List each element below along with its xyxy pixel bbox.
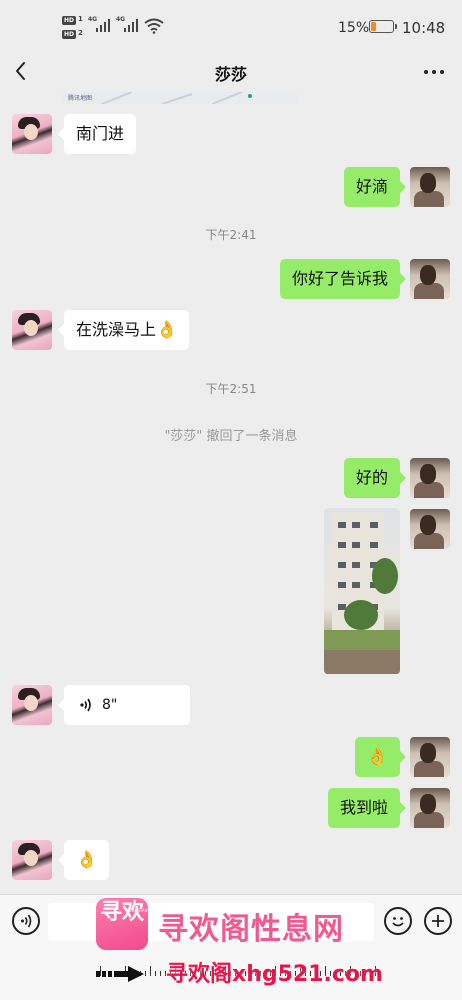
emoji-button[interactable] [384, 907, 412, 935]
hd-icon: HD [62, 16, 76, 25]
ok-hand-emoji: 👌 [366, 747, 388, 767]
watermark-logo: 寻欢 XUN HUAN [96, 898, 148, 950]
battery-level [371, 22, 376, 31]
map-thumbnail [101, 92, 252, 104]
contact-avatar[interactable] [12, 685, 52, 725]
more-functions-button[interactable] [424, 907, 452, 935]
battery-percentage: 15% [338, 20, 370, 36]
voice-icon [21, 914, 32, 928]
image-message[interactable] [324, 508, 400, 674]
message-text: 你好了告诉我 [291, 269, 388, 288]
contact-avatar[interactable] [12, 840, 52, 880]
message-text: 在洗澡马上 [76, 320, 157, 339]
sim-2-indicator: 2 [78, 29, 83, 37]
message-bubble-outgoing[interactable]: 好滴 [343, 167, 407, 207]
watermark-logo-latin: XUN HUAN [126, 908, 148, 913]
sim-1-indicator: 1 [78, 15, 83, 23]
status-bar: HD 1 HD 2 4G 4G 15% 10:48 [0, 0, 462, 52]
message-bubble-outgoing[interactable]: 我到啦 [327, 788, 407, 828]
recall-notice: "莎莎" 撤回了一条消息 [164, 429, 298, 444]
message-bubble-outgoing[interactable]: 👌 [354, 737, 407, 777]
battery-icon [369, 20, 397, 33]
voice-message[interactable]: 8" [58, 685, 190, 725]
my-avatar[interactable] [410, 788, 450, 828]
plus-icon [432, 915, 444, 927]
contact-avatar[interactable] [12, 114, 52, 154]
message-text: 好滴 [355, 177, 388, 196]
timestamp: 下午2:51 [205, 382, 257, 396]
message-text: 南门进 [76, 124, 125, 143]
ruler-tick [160, 971, 161, 976]
signal-icon [96, 18, 112, 32]
my-avatar[interactable] [410, 167, 450, 207]
timestamp: 下午2:41 [205, 228, 257, 242]
network-icons: HD 1 HD 2 4G 4G [62, 14, 172, 42]
signal-icon [124, 18, 140, 32]
chat-header: 莎莎 [0, 52, 462, 92]
arrow-icon [96, 966, 144, 982]
message-bubble-incoming[interactable]: 在洗澡马上👌 [57, 310, 190, 350]
watermark-brand: 寻欢阁性息网 [158, 912, 344, 947]
map-caption: 腾讯地图 [68, 95, 93, 102]
smiley-icon [392, 917, 404, 927]
voice-input-button[interactable] [12, 907, 40, 935]
contact-avatar[interactable] [12, 310, 52, 350]
message-bubble-outgoing[interactable]: 你好了告诉我 [279, 259, 407, 299]
watermark-url: 寻欢阁xhg521.com [166, 962, 383, 987]
wifi-icon [144, 18, 164, 34]
ruler-tick [155, 971, 156, 976]
my-avatar[interactable] [410, 509, 450, 549]
chat-title: 莎莎 [214, 65, 247, 84]
voice-duration: 8" [102, 697, 118, 713]
message-bubble-outgoing[interactable]: 好的 [343, 458, 407, 498]
dot-icon [440, 70, 444, 74]
status-time: 10:48 [402, 19, 446, 37]
my-avatar[interactable] [410, 737, 450, 777]
my-avatar[interactable] [410, 259, 450, 299]
message-bubble-incoming[interactable]: 👌 [57, 840, 110, 880]
ok-hand-emoji: 👌 [76, 850, 98, 870]
my-avatar[interactable] [410, 458, 450, 498]
message-text: 好的 [355, 468, 388, 487]
message-text: 我到啦 [339, 798, 388, 817]
voice-wave-icon [80, 698, 91, 712]
more-options-button[interactable] [420, 64, 448, 80]
message-bubble-incoming[interactable]: 南门进 [57, 114, 137, 154]
location-message[interactable]: 腾讯地图 [62, 92, 298, 104]
ok-hand-emoji: 👌 [156, 320, 178, 340]
dot-icon [432, 70, 436, 74]
ruler-tick [150, 966, 151, 976]
dot-icon [424, 70, 428, 74]
watermark-logo-text: 寻欢 [100, 900, 145, 925]
hd-icon: HD [62, 30, 76, 39]
